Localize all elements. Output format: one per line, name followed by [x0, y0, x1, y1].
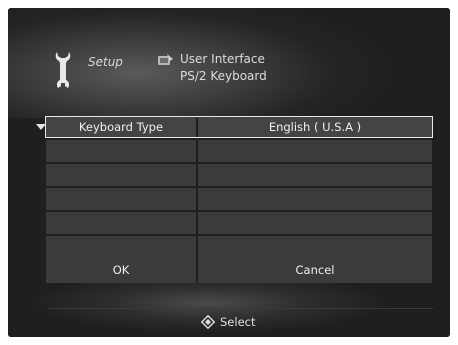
section-title: Setup: [88, 55, 123, 69]
setting-value: [198, 164, 432, 186]
settings-row[interactable]: [46, 236, 432, 258]
setting-label: [46, 236, 196, 258]
setting-value-cell[interactable]: [198, 140, 432, 162]
selection-highlight: [45, 116, 433, 138]
setting-value-cell[interactable]: [198, 164, 432, 186]
user-interface-icon: [158, 54, 173, 65]
settings-row[interactable]: [46, 164, 432, 186]
select-hint-label: Select: [220, 315, 256, 329]
setting-label: [46, 212, 196, 234]
setting-value: [198, 140, 432, 162]
setting-label: [46, 188, 196, 210]
setting-value-cell[interactable]: [198, 236, 432, 258]
settings-row[interactable]: [46, 140, 432, 162]
setting-value-cell[interactable]: [198, 188, 432, 210]
osd-screen: Setup User Interface PS/2 Keyboard Keybo…: [8, 8, 450, 337]
setting-value-cell[interactable]: [198, 212, 432, 234]
breadcrumb-category: User Interface: [180, 52, 265, 66]
cancel-button[interactable]: Cancel: [198, 258, 432, 283]
footer-divider: [48, 308, 433, 309]
page-title: PS/2 Keyboard: [180, 69, 267, 83]
setting-label-cell: [46, 140, 196, 162]
settings-row[interactable]: [46, 212, 432, 234]
dialog-buttons: OK Cancel: [46, 258, 432, 283]
setting-label-cell: [46, 164, 196, 186]
setting-value: [198, 236, 432, 258]
setting-label: [46, 140, 196, 162]
setting-value: [198, 212, 432, 234]
settings-row[interactable]: [46, 188, 432, 210]
setting-label: [46, 164, 196, 186]
setting-label-cell: [46, 212, 196, 234]
select-diamond-icon: [201, 315, 215, 329]
setting-value: [198, 188, 432, 210]
setting-label-cell: [46, 236, 196, 258]
wrench-icon: [55, 52, 71, 88]
ok-button[interactable]: OK: [46, 258, 196, 283]
setting-label-cell: [46, 188, 196, 210]
